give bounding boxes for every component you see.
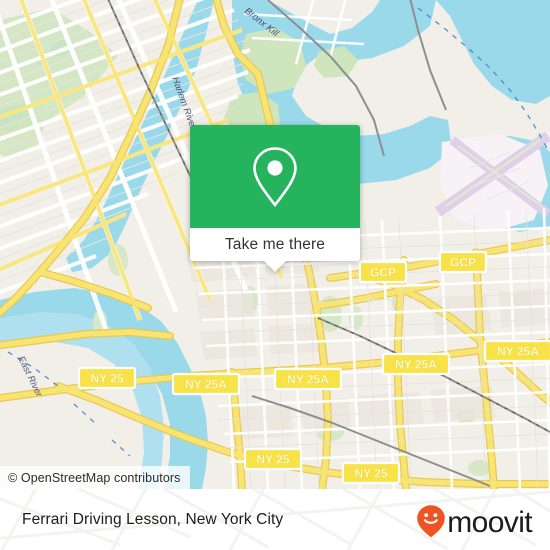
moovit-brand[interactable]: moovit <box>416 504 533 543</box>
moovit-map-page: Bronx Kill Harlem River East River GCP G… <box>0 0 550 550</box>
take-me-there-label: Take me there <box>224 235 326 253</box>
location-info-card[interactable]: Take me there <box>190 125 360 272</box>
osm-attribution[interactable]: © OpenStreetMap contributors <box>0 466 190 489</box>
map-pin-icon <box>248 144 302 210</box>
page-title: Ferrari Driving Lesson, New York City <box>22 510 284 528</box>
osm-attribution-text: © OpenStreetMap contributors <box>8 470 181 485</box>
card-pointer-tail <box>264 261 286 272</box>
footer-bar: Ferrari Driving Lesson, New York City mo… <box>0 489 550 550</box>
moovit-wordmark: moovit <box>447 506 532 539</box>
take-me-there-button[interactable]: Take me there <box>190 228 360 261</box>
moovit-smiley-pin-icon <box>416 504 446 543</box>
card-pin-area <box>190 125 360 228</box>
